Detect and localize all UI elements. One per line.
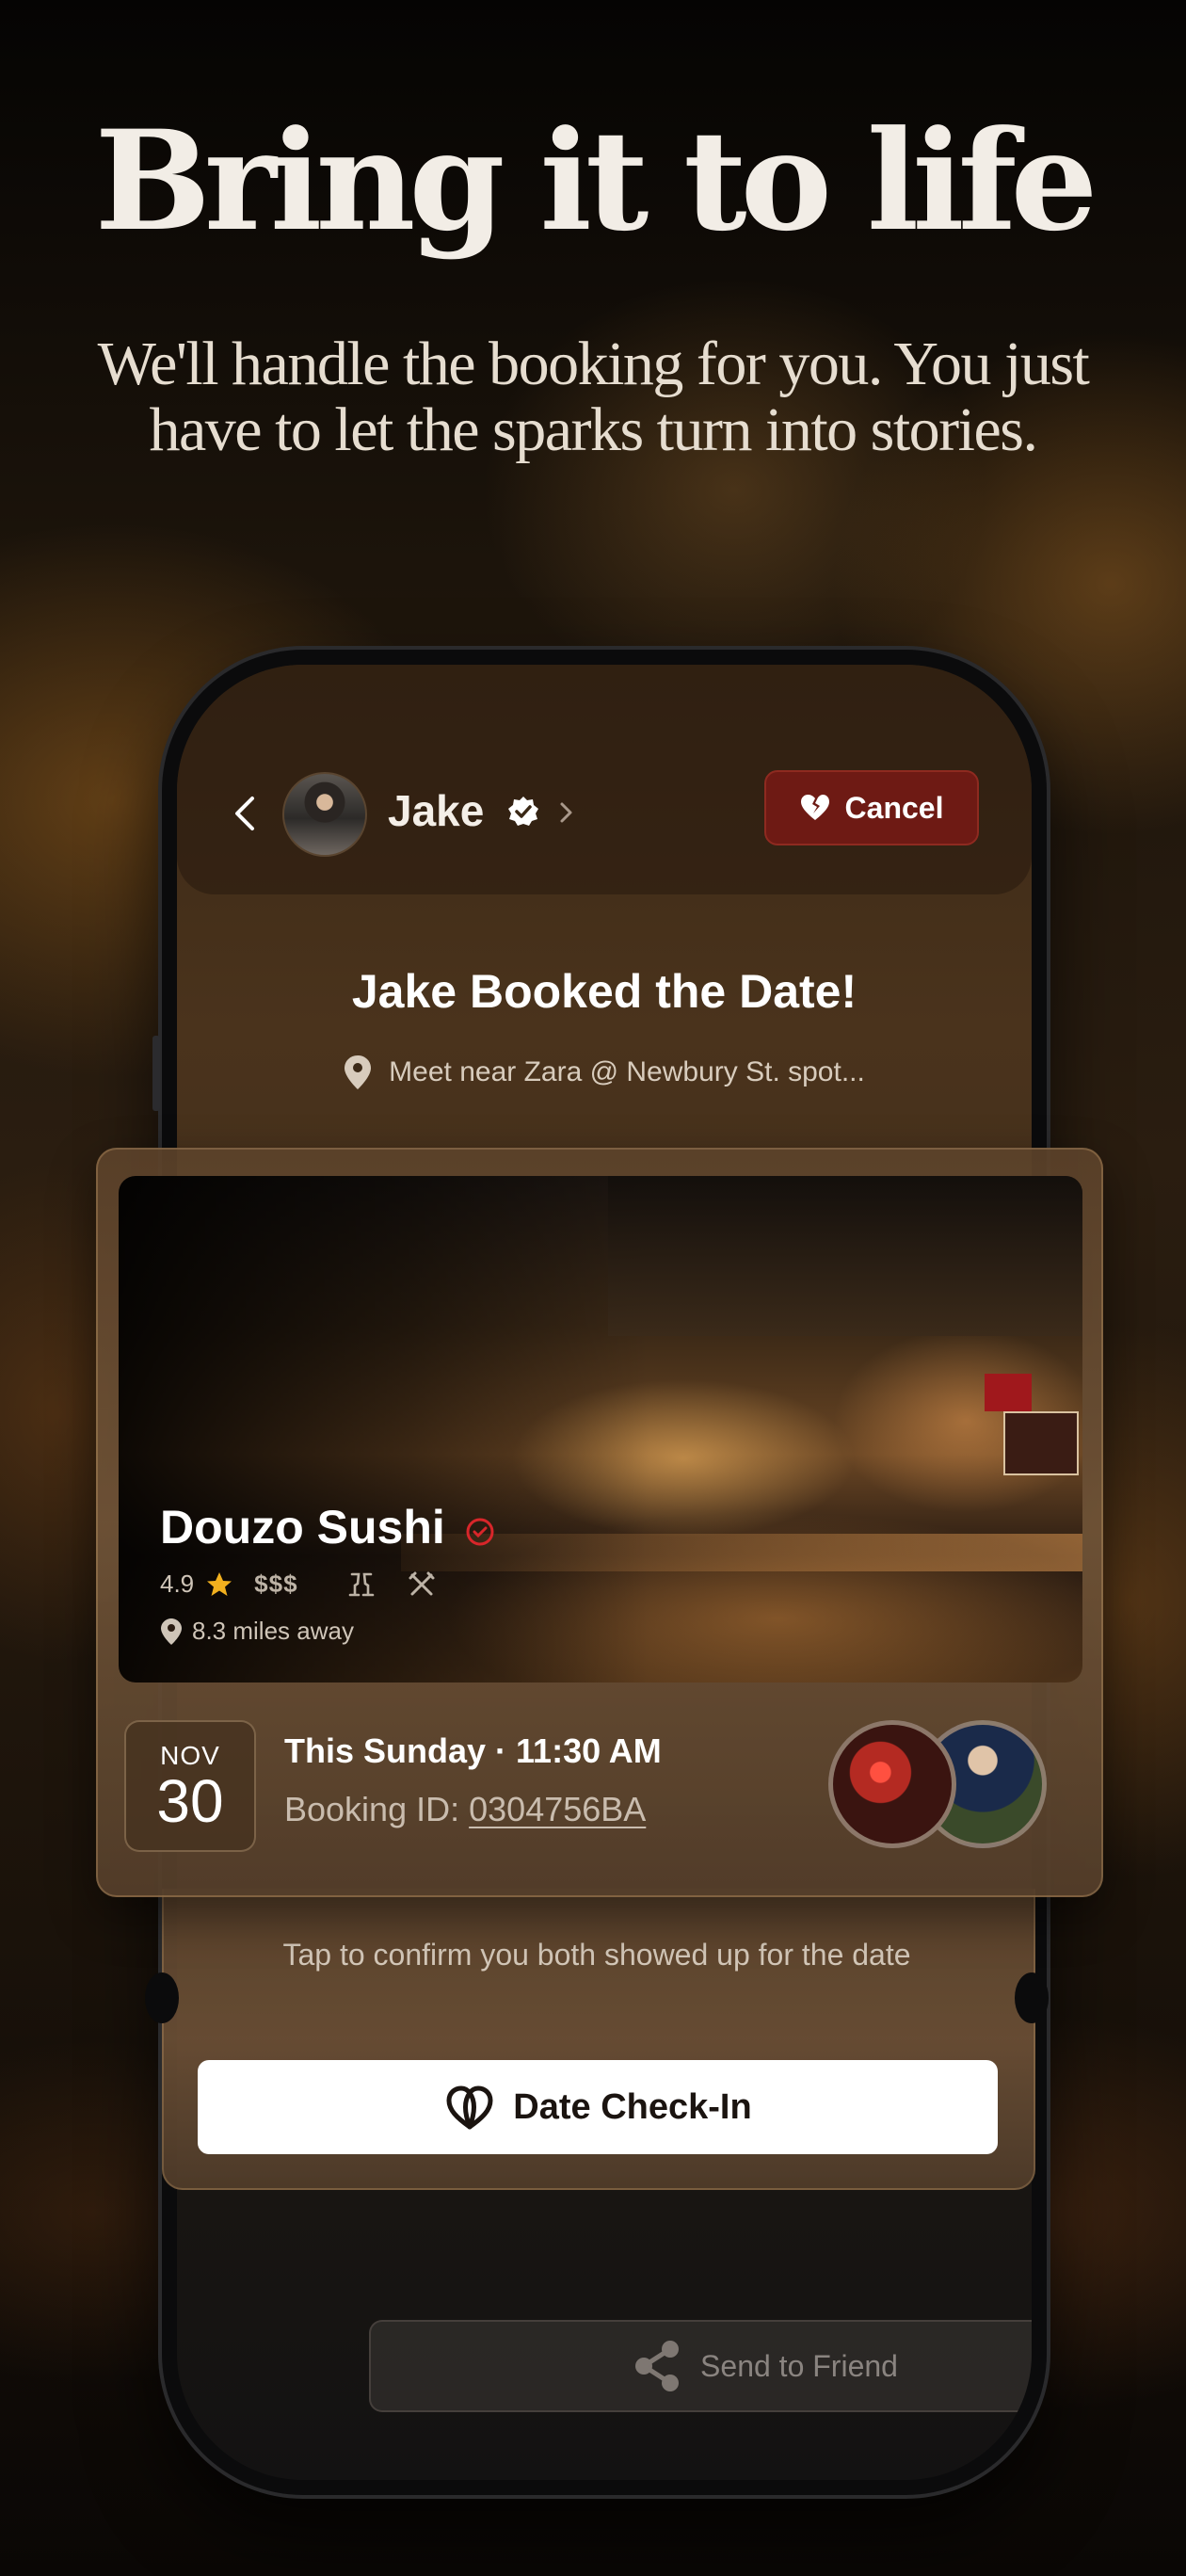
verified-icon — [508, 797, 538, 826]
meet-location-text: Meet near Zara @ Newbury St. spot... — [389, 1056, 865, 1087]
promo-headline: Bring it to life — [94, 101, 1098, 262]
meet-location: Meet near Zara @ Newbury St. spot... — [177, 1055, 1032, 1090]
venue-rating: 4.9 — [160, 1570, 195, 1598]
photo-red-box — [985, 1374, 1032, 1411]
date-check-in-label: Date Check-In — [513, 2086, 752, 2127]
couple-avatars — [828, 1720, 1047, 1848]
booking-title: Jake Booked the Date! — [351, 965, 857, 1018]
venue-meta: 4.9 $$$ — [160, 1570, 436, 1599]
date-check-in-button[interactable]: Date Check-In — [198, 2060, 998, 2154]
ticket-notch-left — [145, 1972, 179, 2023]
venue-distance-text: 8.3 miles away — [192, 1617, 354, 1645]
share-icon — [635, 2341, 680, 2391]
date-when: This Sunday · 11:30 AM — [284, 1731, 662, 1770]
back-icon[interactable] — [226, 793, 267, 834]
cancel-label: Cancel — [844, 790, 944, 825]
location-pin-icon — [345, 1055, 372, 1089]
phone-side-button — [152, 1036, 160, 1111]
profile-name[interactable]: Jake — [388, 785, 484, 836]
venue-price: $$$ — [254, 1570, 298, 1598]
heart-rings-icon — [446, 2085, 493, 2130]
target-badge-icon — [466, 1518, 494, 1546]
avatar[interactable] — [282, 772, 367, 857]
promo-subline: We'll handle the booking for you. You ju… — [97, 330, 1090, 464]
cheers-icon — [348, 1572, 374, 1596]
venue-card[interactable]: Douzo Sushi 4.9 $$$ 8.3 miles away NOV 3… — [96, 1148, 1103, 1897]
send-to-friend-button[interactable]: Send to Friend — [369, 2320, 1032, 2412]
utensils-icon — [409, 1571, 435, 1595]
venue-distance: 8.3 miles away — [160, 1617, 354, 1646]
send-to-friend-label: Send to Friend — [700, 2348, 898, 2383]
date-box: NOV 30 — [124, 1720, 256, 1852]
venue-name: Douzo Sushi — [160, 1501, 445, 1554]
photo-ceiling — [608, 1176, 1082, 1336]
booking-id-label: Booking ID: — [284, 1790, 460, 1828]
chat-header: Jake Cancel — [177, 665, 1032, 894]
venue-photo[interactable]: Douzo Sushi 4.9 $$$ 8.3 miles away — [119, 1176, 1082, 1682]
booking-id: Booking ID: 0304756BA — [284, 1790, 646, 1829]
ticket-notch-right — [1015, 1972, 1049, 2023]
cancel-button[interactable]: Cancel — [764, 770, 979, 845]
photo-sign — [1003, 1411, 1079, 1475]
broken-heart-icon — [800, 795, 829, 820]
booking-id-value[interactable]: 0304756BA — [469, 1790, 646, 1828]
star-icon — [207, 1571, 232, 1596]
confirm-hint: Tap to confirm you both showed up for th… — [282, 1938, 911, 1972]
date-day: 30 — [156, 1767, 224, 1835]
location-pin-icon — [161, 1618, 182, 1645]
avatar-user[interactable] — [828, 1720, 956, 1848]
photo-bar-counter — [401, 1534, 1082, 1571]
chevron-right-icon[interactable] — [557, 800, 576, 825]
